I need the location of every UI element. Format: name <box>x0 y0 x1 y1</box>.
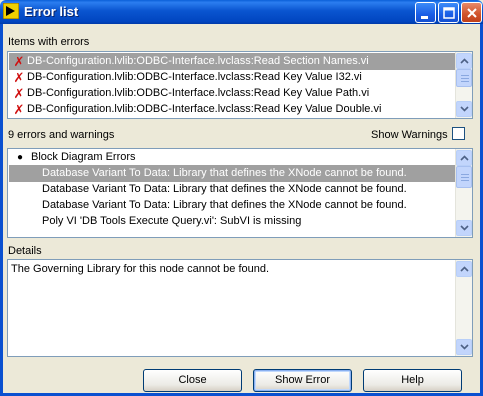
scroll-down-button[interactable] <box>456 101 472 117</box>
scroll-down-button[interactable] <box>456 339 472 355</box>
chevron-down-icon <box>460 106 469 112</box>
maximize-icon <box>443 7 455 19</box>
details-label: Details <box>8 245 42 257</box>
details-scrollbar[interactable] <box>455 260 472 356</box>
error-x-icon: ✗ <box>13 54 25 69</box>
scroll-thumb[interactable] <box>456 166 472 188</box>
show-warnings-checkbox[interactable] <box>452 127 465 140</box>
error-x-icon: ✗ <box>13 70 25 85</box>
close-window-button[interactable] <box>461 2 482 23</box>
errors-scrollbar[interactable] <box>455 149 472 237</box>
error-item-row[interactable]: ✗ DB-Configuration.lvlib:ODBC-Interface.… <box>9 85 455 102</box>
scroll-up-button[interactable] <box>456 261 472 277</box>
details-text: The Governing Library for this node cann… <box>11 263 270 275</box>
error-detail-row[interactable]: Database Variant To Data: Library that d… <box>9 165 455 182</box>
error-item-row[interactable]: ✗ DB-Configuration.lvlib:ODBC-Interface.… <box>9 101 455 118</box>
minimize-icon <box>421 16 428 19</box>
labview-app-icon[interactable] <box>2 2 20 20</box>
errors-list[interactable]: ● Block Diagram Errors Database Variant … <box>7 148 473 238</box>
chevron-up-icon <box>460 266 469 272</box>
error-count-label: 9 errors and warnings <box>8 129 115 141</box>
error-item-row[interactable]: ✗ DB-Configuration.lvlib:ODBC-Interface.… <box>9 69 455 86</box>
scroll-thumb[interactable] <box>456 69 472 87</box>
details-textbox[interactable]: The Governing Library for this node cann… <box>7 259 473 357</box>
window-title: Error list <box>24 4 79 19</box>
chevron-up-icon <box>460 155 469 161</box>
maximize-button[interactable] <box>438 2 459 23</box>
error-item-row[interactable]: ✗ DB-Configuration.lvlib:ODBC-Interface.… <box>9 53 455 70</box>
items-scrollbar[interactable] <box>455 52 472 118</box>
error-detail-row[interactable]: Database Variant To Data: Library that d… <box>9 197 455 214</box>
minimize-button[interactable] <box>415 2 436 23</box>
error-x-icon: ✗ <box>13 102 25 117</box>
show-error-button[interactable]: Show Error <box>253 369 352 392</box>
error-detail-row[interactable]: Poly VI 'DB Tools Execute Query.vi': Sub… <box>9 213 455 230</box>
error-x-icon: ✗ <box>13 86 25 101</box>
chevron-down-icon <box>460 344 469 350</box>
items-with-errors-list[interactable]: ✗ DB-Configuration.lvlib:ODBC-Interface.… <box>7 51 473 119</box>
chevron-down-icon <box>460 225 469 231</box>
error-category-row[interactable]: ● Block Diagram Errors <box>9 149 455 166</box>
scroll-up-button[interactable] <box>456 53 472 69</box>
chevron-up-icon <box>460 58 469 64</box>
bullet-icon: ● <box>17 152 24 163</box>
scroll-up-button[interactable] <box>456 150 472 166</box>
title-bar[interactable]: Error list <box>0 0 483 24</box>
error-detail-row[interactable]: Database Variant To Data: Library that d… <box>9 181 455 198</box>
items-with-errors-label: Items with errors <box>8 36 90 48</box>
help-button[interactable]: Help <box>363 369 462 392</box>
show-warnings-label: Show Warnings <box>371 129 448 141</box>
close-button[interactable]: Close <box>143 369 242 392</box>
close-icon <box>467 8 477 18</box>
scroll-down-button[interactable] <box>456 220 472 236</box>
